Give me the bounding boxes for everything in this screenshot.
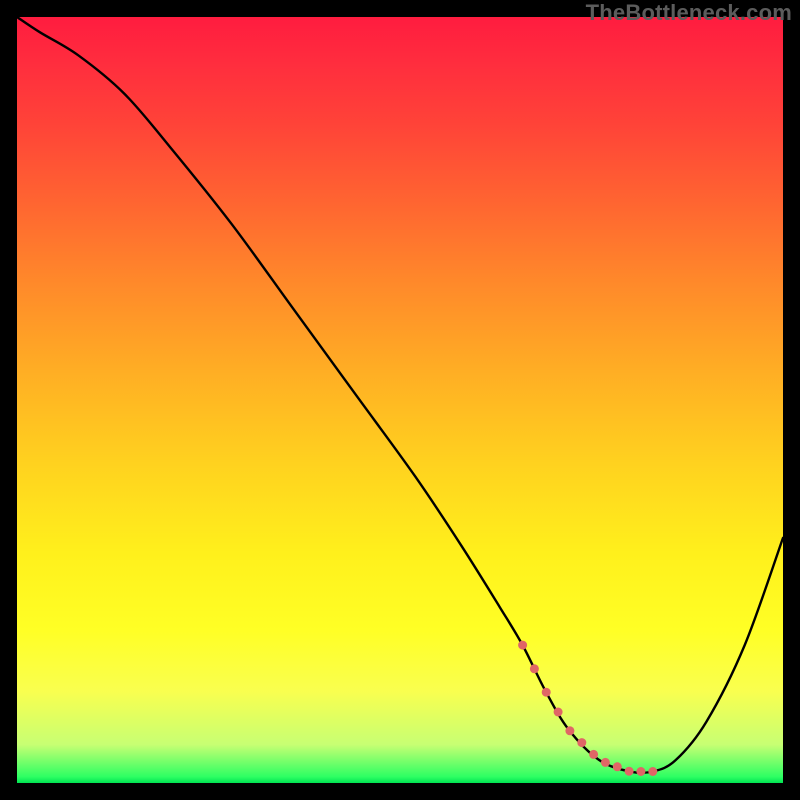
red-dot [542,688,551,697]
red-dot [577,738,586,747]
red-dot [554,708,563,717]
bottleneck-curve [17,17,783,773]
red-dot [589,750,598,759]
chart-svg [17,17,783,783]
red-dot [565,726,574,735]
red-dot [613,762,622,771]
red-dot [625,767,634,776]
red-dot-segment [518,641,657,776]
red-dot [648,767,657,776]
red-dot [601,758,610,767]
red-dot [636,767,645,776]
chart-frame: TheBottleneck.com [0,0,800,800]
red-dot [518,641,527,650]
red-dot [530,664,539,673]
plot-area [17,17,783,783]
watermark: TheBottleneck.com [586,0,792,26]
